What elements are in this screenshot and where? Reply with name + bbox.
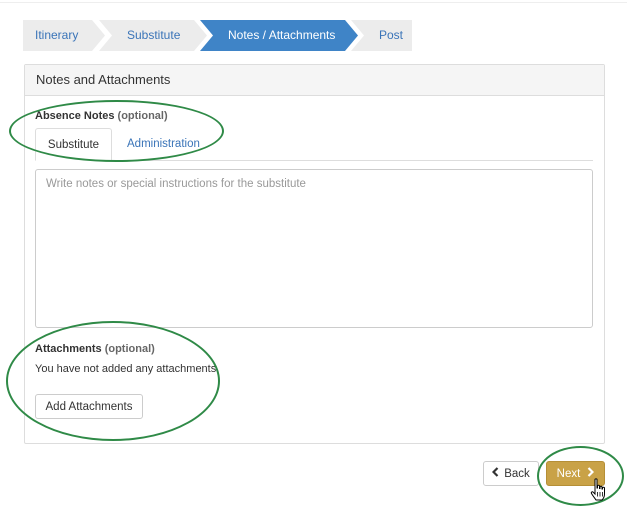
attachments-heading: Attachments (optional): [35, 343, 155, 355]
notes-tabs: Substitute Administration: [35, 128, 593, 161]
wizard-step-itinerary[interactable]: Itinerary: [23, 20, 105, 51]
wizard-step-label: Post: [379, 28, 404, 42]
absence-notes-label: Absence Notes: [35, 110, 115, 122]
back-button[interactable]: Back: [483, 461, 539, 486]
absence-notes-heading: Absence Notes (optional): [35, 110, 168, 122]
panel-title: Notes and Attachments: [25, 65, 604, 96]
page-root: Itinerary Substitute Notes / Attachments…: [0, 0, 627, 509]
back-label: Back: [504, 467, 530, 480]
wizard-step-label: Substitute: [127, 28, 181, 42]
next-label: Next: [556, 467, 581, 480]
chevron-left-icon: [492, 467, 499, 480]
optional-hint: (optional): [104, 343, 155, 355]
top-divider: [0, 2, 627, 3]
wizard-step-notes-attachments[interactable]: Notes / Attachments: [200, 20, 358, 51]
tab-administration[interactable]: Administration: [115, 128, 212, 161]
wizard-step-substitute[interactable]: Substitute: [99, 20, 207, 51]
attachments-label: Attachments: [35, 343, 102, 355]
tab-substitute[interactable]: Substitute: [35, 128, 112, 161]
add-attachments-label: Add Attachments: [45, 400, 133, 413]
no-attachments-message: You have not added any attachments.: [35, 363, 220, 375]
wizard-step-label: Notes / Attachments: [228, 28, 336, 42]
hand-pointer-icon: [590, 478, 608, 505]
add-attachments-button[interactable]: Add Attachments: [35, 394, 143, 419]
wizard-step-post[interactable]: Post: [351, 20, 412, 51]
optional-hint: (optional): [117, 110, 168, 122]
absence-notes-textarea[interactable]: [35, 169, 593, 328]
wizard-step-label: Itinerary: [35, 28, 79, 42]
